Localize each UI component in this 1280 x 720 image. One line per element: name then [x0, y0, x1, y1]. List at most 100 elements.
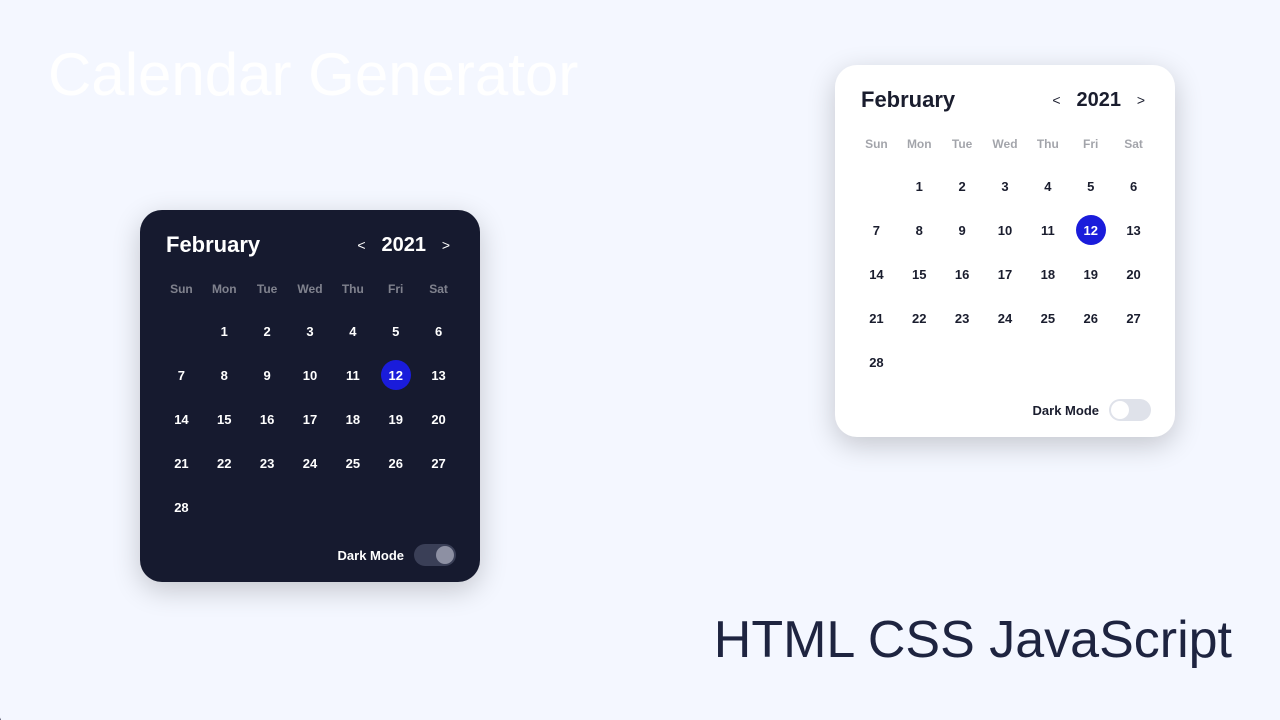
day-cell[interactable]: 15 — [898, 255, 941, 293]
day-cell[interactable]: 15 — [203, 400, 246, 438]
day-number: 5 — [381, 316, 411, 346]
day-cell[interactable]: 25 — [331, 444, 374, 482]
day-cell[interactable]: 8 — [203, 356, 246, 394]
day-number: 6 — [1119, 171, 1149, 201]
weekday-header: Thu — [331, 274, 374, 306]
day-cell[interactable]: 4 — [331, 312, 374, 350]
weekday-header: Tue — [246, 274, 289, 306]
day-number: 26 — [1076, 303, 1106, 333]
calendar-header: February < 2021 > — [160, 232, 460, 268]
day-cell[interactable]: 28 — [160, 488, 203, 526]
day-cell[interactable]: 10 — [984, 211, 1027, 249]
day-cell[interactable]: 22 — [203, 444, 246, 482]
day-cell[interactable]: 4 — [1026, 167, 1069, 205]
day-cell[interactable]: 10 — [289, 356, 332, 394]
day-number: 12 — [1076, 215, 1106, 245]
day-cell[interactable]: 3 — [289, 312, 332, 350]
day-cell[interactable]: 21 — [160, 444, 203, 482]
day-number: 18 — [338, 404, 368, 434]
day-number: 4 — [338, 316, 368, 346]
day-cell[interactable]: 24 — [984, 299, 1027, 337]
day-number: 16 — [252, 404, 282, 434]
day-cell[interactable]: 3 — [984, 167, 1027, 205]
day-cell[interactable]: 2 — [246, 312, 289, 350]
day-cell[interactable]: 13 — [417, 356, 460, 394]
day-number: 25 — [1033, 303, 1063, 333]
day-cell[interactable]: 1 — [898, 167, 941, 205]
day-cell[interactable]: 20 — [1112, 255, 1155, 293]
day-number: 2 — [947, 171, 977, 201]
day-cell[interactable]: 12 — [374, 356, 417, 394]
day-cell[interactable]: 5 — [1069, 167, 1112, 205]
day-cell[interactable]: 19 — [1069, 255, 1112, 293]
day-cell[interactable]: 7 — [855, 211, 898, 249]
day-cell[interactable]: 24 — [289, 444, 332, 482]
day-cell[interactable]: 21 — [855, 299, 898, 337]
prev-year-button[interactable]: < — [1049, 92, 1065, 108]
day-cell[interactable]: 11 — [1026, 211, 1069, 249]
weekday-header: Wed — [984, 129, 1027, 161]
day-cell[interactable]: 26 — [1069, 299, 1112, 337]
day-number: 19 — [381, 404, 411, 434]
day-cell[interactable]: 5 — [374, 312, 417, 350]
day-cell[interactable]: 23 — [246, 444, 289, 482]
next-year-button[interactable]: > — [1133, 92, 1149, 108]
weekday-header: Tue — [941, 129, 984, 161]
day-cell[interactable]: 26 — [374, 444, 417, 482]
day-number: 23 — [252, 448, 282, 478]
day-cell[interactable]: 18 — [331, 400, 374, 438]
day-number: 28 — [166, 492, 196, 522]
day-cell[interactable]: 17 — [984, 255, 1027, 293]
dark-mode-toggle[interactable] — [414, 544, 456, 566]
calendar-grid-light: SunMonTueWedThuFriSat1234567891011121314… — [855, 129, 1155, 381]
day-cell[interactable]: 9 — [941, 211, 984, 249]
day-number: 3 — [990, 171, 1020, 201]
dark-mode-toggle[interactable] — [1109, 399, 1151, 421]
toggle-knob — [1111, 401, 1129, 419]
day-cell[interactable]: 9 — [246, 356, 289, 394]
day-cell[interactable]: 7 — [160, 356, 203, 394]
day-number: 13 — [1119, 215, 1149, 245]
day-number: 2 — [252, 316, 282, 346]
day-cell[interactable]: 6 — [1112, 167, 1155, 205]
day-number: 7 — [166, 360, 196, 390]
day-cell[interactable]: 13 — [1112, 211, 1155, 249]
day-cell[interactable]: 17 — [289, 400, 332, 438]
day-cell[interactable]: 28 — [855, 343, 898, 381]
day-cell[interactable]: 16 — [941, 255, 984, 293]
year-label: 2021 — [382, 234, 427, 257]
day-cell[interactable]: 16 — [246, 400, 289, 438]
day-number: 23 — [947, 303, 977, 333]
day-number: 9 — [947, 215, 977, 245]
day-cell[interactable]: 14 — [160, 400, 203, 438]
day-cell[interactable]: 19 — [374, 400, 417, 438]
calendar-header: February < 2021 > — [855, 87, 1155, 123]
prev-year-button[interactable]: < — [354, 237, 370, 253]
day-number: 10 — [990, 215, 1020, 245]
toggle-knob — [436, 546, 454, 564]
day-cell[interactable]: 23 — [941, 299, 984, 337]
day-cell[interactable]: 27 — [417, 444, 460, 482]
day-cell[interactable]: 1 — [203, 312, 246, 350]
day-cell[interactable]: 2 — [941, 167, 984, 205]
day-cell[interactable]: 6 — [417, 312, 460, 350]
day-number: 8 — [209, 360, 239, 390]
year-selector: < 2021 > — [354, 234, 455, 257]
day-cell[interactable]: 27 — [1112, 299, 1155, 337]
year-selector: < 2021 > — [1049, 89, 1150, 112]
day-cell[interactable]: 22 — [898, 299, 941, 337]
day-cell[interactable]: 11 — [331, 356, 374, 394]
day-cell[interactable]: 20 — [417, 400, 460, 438]
calendar-dark: February < 2021 > SunMonTueWedThuFriSat1… — [140, 210, 480, 582]
day-cell[interactable]: 14 — [855, 255, 898, 293]
weekday-header: Fri — [1069, 129, 1112, 161]
day-cell[interactable]: 8 — [898, 211, 941, 249]
weekday-header: Mon — [898, 129, 941, 161]
day-cell[interactable]: 12 — [1069, 211, 1112, 249]
day-number: 24 — [295, 448, 325, 478]
day-cell[interactable]: 18 — [1026, 255, 1069, 293]
next-year-button[interactable]: > — [438, 237, 454, 253]
day-number: 10 — [295, 360, 325, 390]
day-number: 8 — [904, 215, 934, 245]
day-cell[interactable]: 25 — [1026, 299, 1069, 337]
